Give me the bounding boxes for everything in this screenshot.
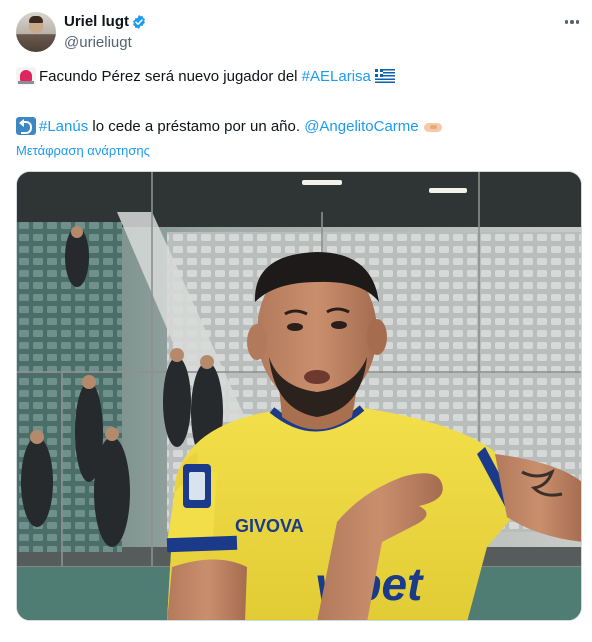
greece-flag-icon: [374, 69, 395, 83]
more-options-icon[interactable]: [560, 12, 584, 32]
leftwards-arrow-icon: [16, 117, 36, 135]
hashtag-lanus-link[interactable]: #Lanús: [39, 118, 88, 135]
avatar[interactable]: [16, 12, 56, 52]
tweet-text-1: Facundo Pérez será nuevo jugador del: [39, 68, 302, 85]
stadium-photo: GIVOVA vibet: [17, 172, 581, 620]
handle[interactable]: @urieliugt: [64, 33, 132, 53]
display-name[interactable]: Uriel lugt: [64, 12, 129, 32]
tweet-text-2: lo cede a préstamo por un año.: [88, 118, 305, 135]
tweet-text-line-2: #Lanús lo cede a préstamo por un año. @A…: [16, 116, 443, 138]
tweet-photo[interactable]: GIVOVA vibet: [16, 171, 582, 621]
tweet-card[interactable]: Uriel lugt @urieliugt Facundo Pérez será…: [0, 0, 592, 642]
tweet-text-line-1: Facundo Pérez será nuevo jugador del #AE…: [16, 66, 395, 88]
handshake-icon: [423, 120, 443, 134]
translate-post-link[interactable]: Μετάφραση ανάρτησης: [16, 142, 150, 160]
verified-badge-icon: [133, 15, 145, 29]
mention-angelitocarme-link[interactable]: @AngelitoCarme: [304, 118, 418, 135]
jersey-brand-text: GIVOVA: [235, 516, 304, 536]
police-light-icon: [16, 67, 36, 85]
hashtag-aelarisa-link[interactable]: #AELarisa: [302, 68, 371, 85]
